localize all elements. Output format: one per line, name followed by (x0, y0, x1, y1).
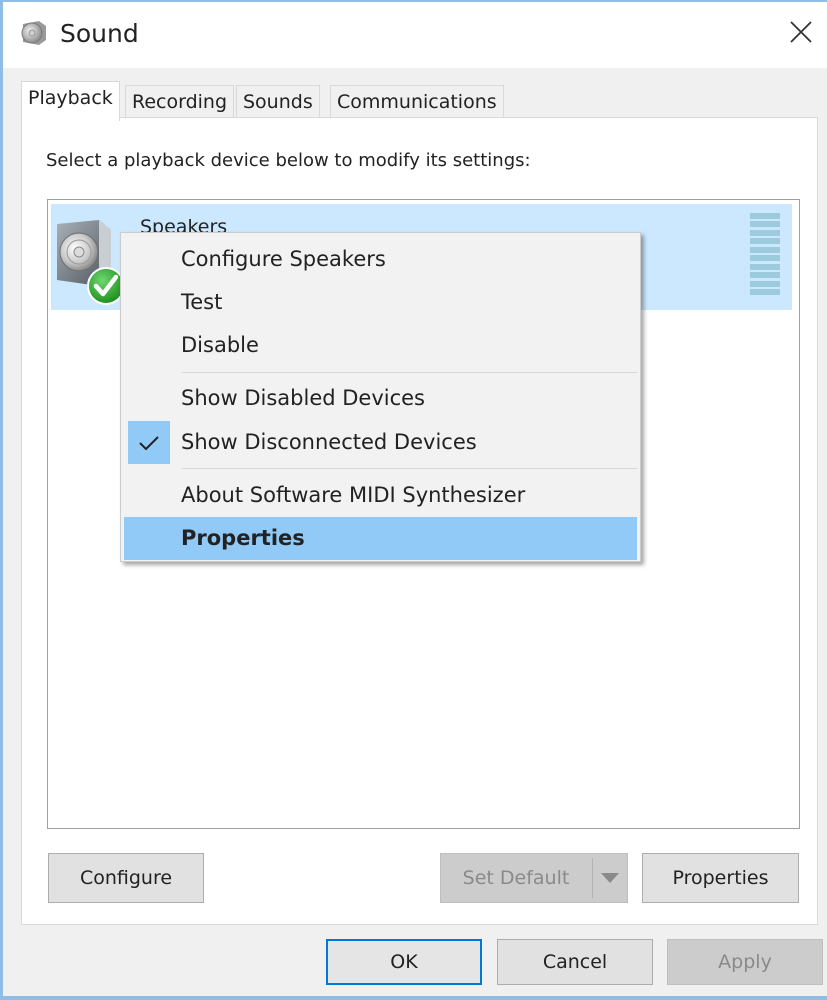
menu-item-label: Show Disconnected Devices (181, 430, 477, 454)
tab-communications[interactable]: Communications (330, 85, 504, 119)
tab-sounds[interactable]: Sounds (236, 85, 320, 119)
level-meter-bar (750, 238, 780, 245)
menu-item-label: Disable (181, 333, 259, 357)
configure-button[interactable]: Configure (48, 853, 204, 903)
level-meter-bar (750, 288, 780, 295)
instruction-text: Select a playback device below to modify… (46, 150, 531, 171)
menu-separator (181, 372, 637, 373)
apply-button[interactable]: Apply (667, 939, 823, 985)
menu-item-about-software-midi-synthesizer[interactable]: About Software MIDI Synthesizer (124, 474, 637, 517)
menu-item-properties[interactable]: Properties (124, 517, 637, 560)
menu-item-label: Properties (181, 526, 305, 550)
set-default-dropdown-button[interactable] (593, 854, 627, 902)
menu-item-label: About Software MIDI Synthesizer (181, 483, 526, 507)
chevron-down-icon (601, 873, 619, 883)
level-meter-bar (750, 213, 780, 219)
close-icon (790, 21, 812, 43)
set-default-button[interactable]: Set Default (441, 854, 591, 902)
tab-playback[interactable]: Playback (21, 81, 120, 121)
volume-level-meter (750, 213, 780, 295)
menu-item-disable[interactable]: Disable (124, 324, 637, 367)
menu-item-show-disabled-devices[interactable]: Show Disabled Devices (124, 377, 637, 420)
close-button[interactable] (783, 14, 819, 50)
context-menu: Configure Speakers Test Disable Show Dis… (120, 232, 641, 562)
ok-button[interactable]: OK (326, 939, 482, 985)
level-meter-bar (750, 280, 780, 287)
default-device-check-icon (87, 267, 125, 305)
level-meter-bar (750, 255, 780, 262)
menu-item-test[interactable]: Test (124, 281, 637, 324)
level-meter-bar (750, 221, 780, 228)
cancel-button[interactable]: Cancel (497, 939, 653, 985)
level-meter-bar (750, 272, 780, 279)
title-bar: Sound (3, 2, 827, 68)
set-default-split-button[interactable]: Set Default (440, 853, 628, 903)
speaker-icon (19, 18, 49, 48)
menu-item-configure-speakers[interactable]: Configure Speakers (124, 238, 637, 281)
menu-item-label: Test (181, 290, 223, 314)
menu-item-label: Configure Speakers (181, 247, 386, 271)
level-meter-bar (750, 263, 780, 270)
checkmark-icon (128, 421, 170, 464)
menu-item-label: Show Disabled Devices (181, 386, 426, 410)
level-meter-bar (750, 246, 780, 253)
tab-recording[interactable]: Recording (125, 85, 235, 119)
properties-button[interactable]: Properties (642, 853, 799, 903)
level-meter-bar (750, 229, 780, 236)
window-title: Sound (60, 19, 139, 48)
menu-item-show-disconnected-devices[interactable]: Show Disconnected Devices (124, 421, 637, 464)
menu-separator (181, 468, 637, 469)
